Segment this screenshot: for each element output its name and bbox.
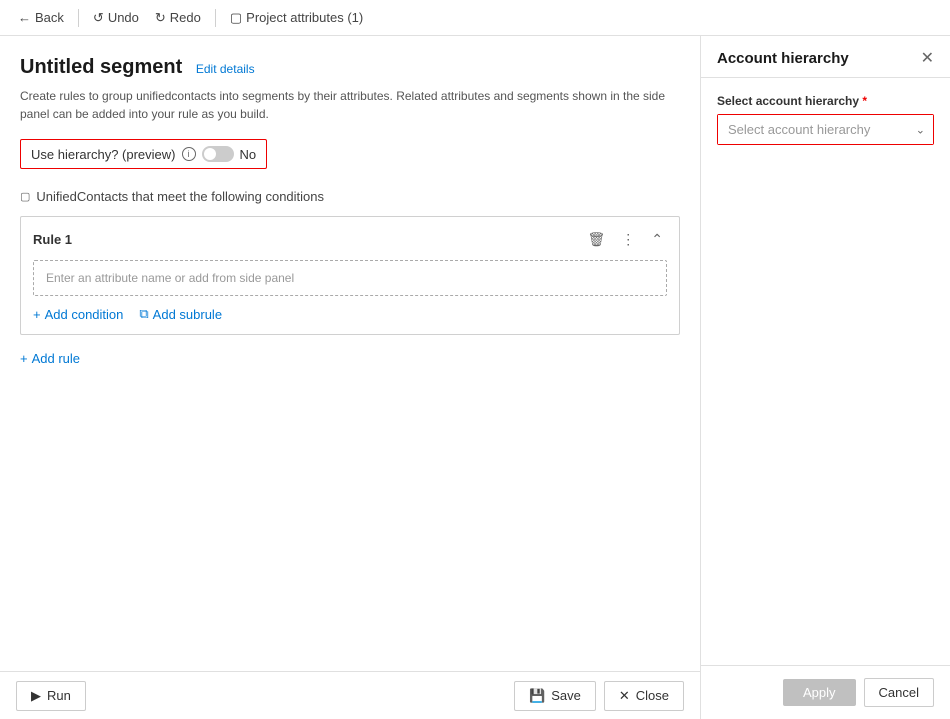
- right-panel: Account hierarchy ✕ Select account hiera…: [700, 36, 950, 719]
- panel-close-button[interactable]: ✕: [921, 51, 934, 67]
- add-subrule-icon: ⧉: [139, 306, 148, 322]
- bottom-left: ▶ Run: [16, 681, 86, 711]
- attribute-input[interactable]: Enter an attribute name or add from side…: [33, 260, 667, 296]
- page-title-row: Untitled segment Edit details: [20, 56, 680, 79]
- add-condition-label: Add condition: [45, 307, 124, 322]
- save-label: Save: [551, 688, 581, 703]
- redo-icon: ↻: [155, 10, 166, 26]
- undo-button[interactable]: ↺ Undo: [87, 8, 145, 28]
- toolbar: ← Back ↺ Undo ↻ Redo ▢ Project attribute…: [0, 0, 950, 36]
- toggle-value: No: [240, 147, 257, 162]
- add-subrule-label: Add subrule: [153, 307, 222, 322]
- conditions-header: ▢ UnifiedContacts that meet the followin…: [20, 189, 680, 204]
- hierarchy-section: Use hierarchy? (preview) i No: [20, 139, 267, 169]
- main-layout: Untitled segment Edit details Create rul…: [0, 36, 950, 719]
- back-arrow-icon: ←: [18, 10, 31, 25]
- undo-label: Undo: [108, 10, 139, 25]
- add-condition-plus-icon: +: [33, 307, 41, 322]
- run-icon: ▶: [31, 688, 41, 704]
- rule-header: Rule 1 🗑 ⋮ ⌃: [33, 229, 667, 250]
- edit-details-link[interactable]: Edit details: [196, 62, 255, 76]
- project-attributes-button[interactable]: ▢ Project attributes (1): [224, 8, 369, 28]
- save-icon: 💾: [529, 688, 545, 704]
- hierarchy-info-icon[interactable]: i: [182, 147, 196, 161]
- close-icon: ✕: [619, 688, 630, 704]
- toggle-thumb: [204, 148, 216, 160]
- conditions-label: UnifiedContacts that meet the following …: [36, 189, 324, 204]
- attribute-placeholder: Enter an attribute name or add from side…: [46, 271, 294, 285]
- collapse-icon: ⌃: [651, 231, 663, 247]
- hierarchy-label: Use hierarchy? (preview): [31, 147, 176, 162]
- rule-container: Rule 1 🗑 ⋮ ⌃ Enter an attrib: [20, 216, 680, 335]
- delete-icon: 🗑: [587, 231, 605, 247]
- hierarchy-toggle[interactable]: [202, 146, 234, 162]
- rule-more-button[interactable]: ⋮: [617, 229, 639, 250]
- redo-label: Redo: [170, 10, 201, 25]
- panel-title: Account hierarchy: [717, 50, 849, 67]
- rule-actions: 🗑 ⋮ ⌃: [583, 229, 667, 250]
- project-attributes-label: Project attributes (1): [246, 10, 363, 25]
- page-description: Create rules to group unifiedcontacts in…: [20, 87, 680, 123]
- close-label: Close: [636, 688, 669, 703]
- rule-collapse-button[interactable]: ⌃: [647, 229, 667, 250]
- add-condition-button[interactable]: + Add condition: [33, 307, 123, 322]
- run-label: Run: [47, 688, 71, 703]
- conditions-checkbox-icon: ▢: [20, 190, 30, 203]
- toolbar-separator-1: [78, 9, 79, 27]
- panel-footer: Apply Cancel: [701, 665, 950, 719]
- toggle-container: No: [202, 146, 257, 162]
- bottom-bar: ▶ Run 💾 Save ✕ Close: [0, 671, 700, 719]
- left-panel: Untitled segment Edit details Create rul…: [0, 36, 700, 719]
- add-subrule-button[interactable]: ⧉ Add subrule: [139, 306, 222, 322]
- close-button[interactable]: ✕ Close: [604, 681, 684, 711]
- left-content: Untitled segment Edit details Create rul…: [0, 36, 700, 671]
- select-label-text: Select account hierarchy: [717, 94, 859, 108]
- cancel-label: Cancel: [879, 685, 919, 700]
- cancel-button[interactable]: Cancel: [864, 678, 934, 707]
- page-title: Untitled segment: [20, 56, 182, 78]
- panel-header: Account hierarchy ✕: [701, 36, 950, 78]
- bottom-right: 💾 Save ✕ Close: [514, 681, 684, 711]
- rule-title: Rule 1: [33, 232, 72, 247]
- toolbar-separator-2: [215, 9, 216, 27]
- account-hierarchy-select[interactable]: Select account hierarchy: [718, 115, 933, 144]
- apply-label: Apply: [803, 685, 836, 700]
- undo-icon: ↺: [93, 10, 104, 26]
- panel-body: Select account hierarchy * Select accoun…: [701, 78, 950, 665]
- rule-footer: + Add condition ⧉ Add subrule: [33, 306, 667, 322]
- required-star: *: [862, 94, 867, 108]
- add-rule-button[interactable]: + Add rule: [20, 351, 80, 366]
- select-field-label: Select account hierarchy *: [717, 94, 934, 108]
- back-button[interactable]: ← Back: [12, 8, 70, 27]
- run-button[interactable]: ▶ Run: [16, 681, 86, 711]
- apply-button[interactable]: Apply: [783, 679, 856, 706]
- rule-delete-button[interactable]: 🗑: [583, 229, 609, 250]
- add-rule-plus-icon: +: [20, 351, 28, 366]
- redo-button[interactable]: ↻ Redo: [149, 8, 207, 28]
- select-wrapper: Select account hierarchy ⌄: [717, 114, 934, 145]
- back-label: Back: [35, 10, 64, 25]
- project-attributes-icon: ▢: [230, 10, 242, 26]
- add-rule-label: Add rule: [32, 351, 80, 366]
- save-button[interactable]: 💾 Save: [514, 681, 596, 711]
- more-icon: ⋮: [621, 231, 635, 247]
